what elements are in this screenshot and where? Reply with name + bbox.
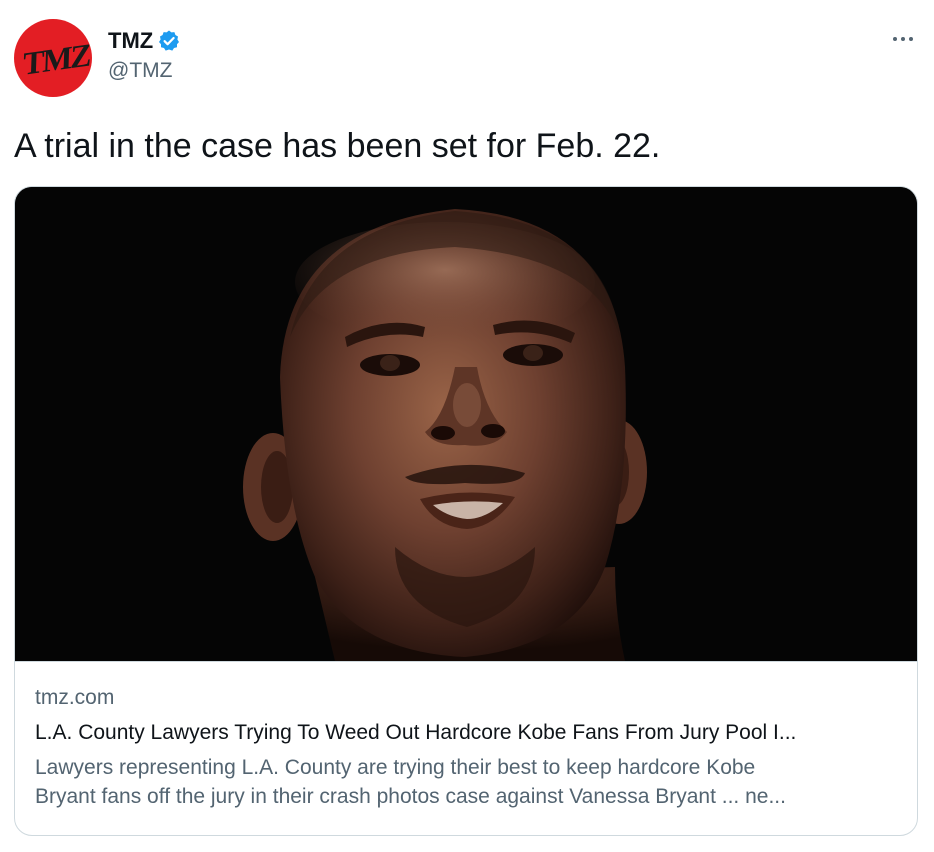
- author-block: TMZ @TMZ: [108, 27, 181, 83]
- verified-badge-icon: [157, 29, 181, 53]
- more-options-button[interactable]: [888, 29, 918, 49]
- tweet-text: A trial in the case has been set for Feb…: [14, 127, 661, 165]
- card-meta: tmz.com L.A. County Lawyers Trying To We…: [35, 685, 901, 811]
- card-domain: tmz.com: [35, 686, 115, 709]
- author-handle[interactable]: @TMZ: [108, 59, 181, 83]
- tmz-logo: TMZ: [22, 36, 91, 82]
- card-description-line-1: Lawyers representing L.A. County are try…: [35, 756, 756, 779]
- link-preview-card[interactable]: tmz.com L.A. County Lawyers Trying To We…: [14, 186, 918, 836]
- tweet-header: TMZ TMZ @TMZ: [14, 19, 920, 99]
- more-horizontal-icon-dot: [909, 37, 913, 41]
- author-name[interactable]: TMZ: [108, 28, 153, 54]
- card-description: Lawyers representing L.A. County are try…: [35, 753, 901, 811]
- portrait-photo: [15, 187, 917, 661]
- card-description-line-2: Bryant fans off the jury in their crash …: [35, 785, 786, 808]
- more-horizontal-icon-dot: [901, 37, 905, 41]
- author-name-row: TMZ: [108, 27, 181, 55]
- more-horizontal-icon: [893, 37, 897, 41]
- card-title: L.A. County Lawyers Trying To Weed Out H…: [35, 721, 797, 744]
- avatar[interactable]: TMZ: [14, 19, 92, 97]
- card-image[interactable]: [15, 187, 917, 662]
